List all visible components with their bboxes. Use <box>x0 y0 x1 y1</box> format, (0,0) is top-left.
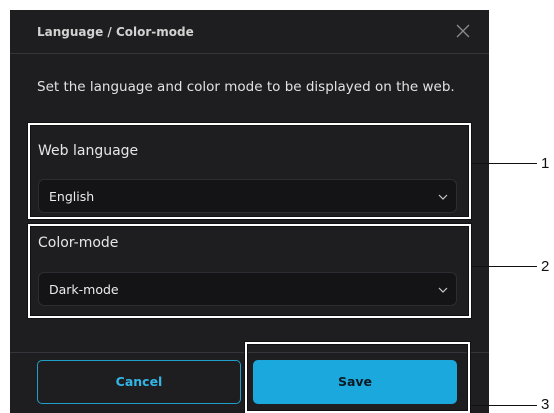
web-language-value: English <box>49 189 95 204</box>
close-icon[interactable] <box>456 24 470 38</box>
callout-number-3: 3 <box>541 396 550 413</box>
cancel-button[interactable]: Cancel <box>37 360 241 404</box>
dialog-header: Language / Color-mode <box>10 10 489 54</box>
dialog-description: Set the language and color mode to be di… <box>37 79 455 95</box>
chevron-down-icon <box>438 194 448 200</box>
color-mode-select[interactable]: Dark-mode <box>38 272 457 306</box>
callout-number-1: 1 <box>541 155 550 172</box>
callout-leader-3 <box>470 405 537 406</box>
callout-leader-1 <box>471 163 537 164</box>
callout-number-2: 2 <box>541 258 550 275</box>
language-color-mode-dialog: Language / Color-mode Set the language a… <box>10 10 489 413</box>
footer-divider <box>10 352 489 353</box>
color-mode-value: Dark-mode <box>49 282 119 297</box>
callout-leader-2 <box>471 266 537 267</box>
dialog-title: Language / Color-mode <box>37 25 194 39</box>
save-button[interactable]: Save <box>253 360 457 404</box>
web-language-label: Web language <box>38 143 139 159</box>
chevron-down-icon <box>438 287 448 293</box>
web-language-select[interactable]: English <box>38 179 457 213</box>
color-mode-label: Color-mode <box>38 235 119 251</box>
